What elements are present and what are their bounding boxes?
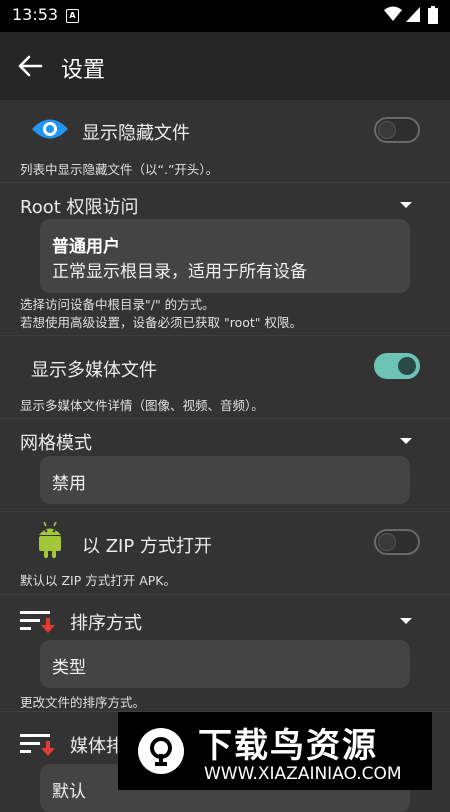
page-title: 设置 <box>61 58 106 83</box>
setting-label: 媒体排 <box>70 736 124 757</box>
signal-icon <box>406 7 420 22</box>
setting-description: 列表中显示隐藏文件（以“.”开头）。 <box>20 162 219 177</box>
app-bar: 设置 <box>0 32 450 100</box>
setting-label: 显示多媒体文件 <box>31 360 157 381</box>
setting-label: 以 ZIP 方式打开 <box>82 536 212 557</box>
setting-description: 显示多媒体文件详情（图像、视频、音频）。 <box>20 398 264 413</box>
wifi-icon <box>384 6 402 21</box>
zip-open-toggle[interactable] <box>374 529 420 555</box>
setting-media-files[interactable]: 显示多媒体文件 显示多媒体文件详情（图像、视频、音频）。 <box>0 336 450 418</box>
dropdown-selected-title: 普通用户 <box>52 237 120 257</box>
battery-icon <box>428 6 438 24</box>
watermark-url: WWW.XIAZAINIAO.COM <box>204 764 402 784</box>
hidden-files-toggle[interactable] <box>374 117 420 143</box>
watermark-logo-icon <box>138 728 184 774</box>
setting-hidden-files[interactable]: 显示隐藏文件 列表中显示隐藏文件（以“.”开头）。 <box>0 100 450 182</box>
setting-label: 网格模式 <box>20 433 92 454</box>
sort-icon <box>20 734 55 756</box>
setting-description: 若想使用高级设置，设备必须已获取 "root" 权限。 <box>20 315 303 330</box>
chevron-down-icon[interactable] <box>400 438 412 444</box>
setting-description: 默认以 ZIP 方式打开 APK。 <box>20 573 176 588</box>
dropdown-selected-value: 禁用 <box>52 474 86 494</box>
status-time: 13:53 <box>12 5 59 24</box>
watermark-title: 下载鸟资源 <box>198 726 378 766</box>
chevron-down-icon[interactable] <box>400 618 412 624</box>
root-access-dropdown[interactable]: 普通用户 正常显示根目录，适用于所有设备 <box>40 219 410 293</box>
setting-grid-mode: 网格模式 禁用 <box>0 419 450 511</box>
dropdown-selected-value: 默认 <box>52 782 86 802</box>
media-files-toggle[interactable] <box>374 353 420 379</box>
setting-label: Root 权限访问 <box>20 197 139 218</box>
grid-mode-dropdown[interactable]: 禁用 <box>40 456 410 504</box>
setting-sort-mode: 排序方式 类型 更改文件的排序方式。 <box>0 595 450 711</box>
setting-label: 显示隐藏文件 <box>82 123 190 144</box>
back-arrow-icon[interactable] <box>17 53 43 79</box>
android-icon <box>39 521 61 558</box>
chevron-down-icon[interactable] <box>400 202 412 208</box>
dropdown-selected-desc: 正常显示根目录，适用于所有设备 <box>52 262 307 282</box>
notification-icon: A <box>66 9 79 23</box>
sort-mode-dropdown[interactable]: 类型 <box>40 640 410 688</box>
dropdown-selected-value: 类型 <box>52 658 86 678</box>
setting-zip-open[interactable]: 以 ZIP 方式打开 默认以 ZIP 方式打开 APK。 <box>0 512 450 594</box>
status-bar: 13:53 A <box>0 0 450 32</box>
setting-root-access: Root 权限访问 普通用户 正常显示根目录，适用于所有设备 选择访问设备中根目… <box>0 183 450 335</box>
setting-description: 选择访问设备中根目录"/" 的方式。 <box>20 297 215 312</box>
watermark-banner: 下载鸟资源 WWW.XIAZAINIAO.COM <box>118 712 432 790</box>
setting-description: 更改文件的排序方式。 <box>20 695 146 710</box>
eye-icon <box>32 119 68 139</box>
sort-icon <box>20 611 55 633</box>
setting-label: 排序方式 <box>70 613 142 634</box>
